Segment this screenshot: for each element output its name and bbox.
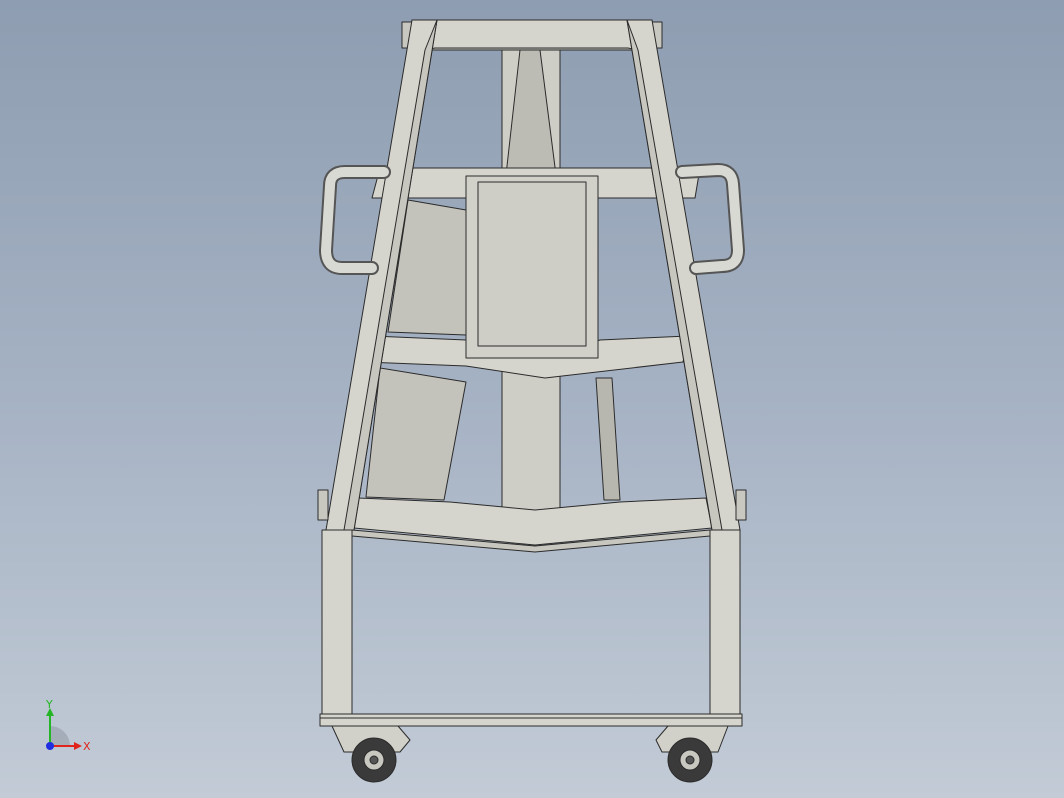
right-knee-clamp	[735, 489, 747, 521]
left-knee-clamp	[317, 489, 329, 521]
left-lower-plate	[365, 367, 467, 501]
center-panel-inner	[477, 181, 587, 347]
right-lower-shadow	[595, 377, 621, 501]
right-leg-edge	[626, 19, 723, 531]
triad-arc	[50, 726, 70, 746]
lower-right-post	[709, 529, 741, 717]
lower-left-post	[321, 529, 353, 717]
top-frame-inner	[424, 47, 639, 51]
x-axis-arrow	[74, 742, 82, 750]
x-axis-label: X	[83, 740, 91, 753]
left-caster-axle	[369, 755, 379, 765]
right-caster-axle	[685, 755, 695, 765]
z-axis-dot	[46, 742, 54, 750]
view-triad[interactable]: Y X	[38, 698, 98, 758]
graphics-viewport[interactable]: Y X	[0, 0, 1064, 798]
y-axis-label: Y	[45, 698, 53, 711]
base-plate	[319, 713, 743, 727]
cart-model[interactable]	[0, 0, 1064, 798]
top-frame-outer	[411, 19, 653, 51]
